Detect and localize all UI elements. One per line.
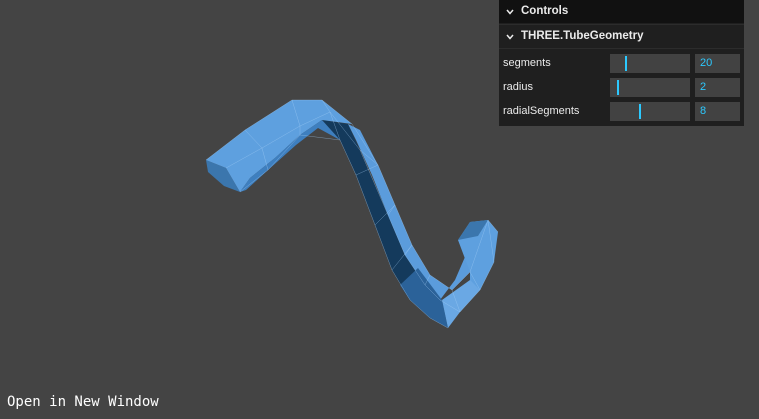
chevron-down-icon <box>505 9 515 15</box>
open-in-new-window-link[interactable]: Open in New Window <box>7 394 159 410</box>
controls-title-bar[interactable]: Controls <box>499 0 744 23</box>
control-label: segments <box>503 57 551 69</box>
segments-number-input[interactable]: 20 <box>695 53 740 73</box>
controls-list: segments 20 radius 2 radialSegments 8 <box>499 49 744 126</box>
control-row-radial-segments: radialSegments 8 <box>499 99 744 123</box>
folder-title: THREE.TubeGeometry <box>521 30 644 42</box>
control-label: radius <box>503 81 533 93</box>
tube-mesh <box>205 99 499 329</box>
controls-title: Controls <box>521 5 569 17</box>
radius-slider[interactable] <box>610 77 690 97</box>
controls-panel: Controls THREE.TubeGeometry segments 20 … <box>499 0 744 126</box>
control-row-radius: radius 2 <box>499 75 744 99</box>
radius-number-input[interactable]: 2 <box>695 77 740 97</box>
segments-slider[interactable] <box>610 53 690 73</box>
folder-title-bar[interactable]: THREE.TubeGeometry <box>499 24 744 49</box>
radial-segments-number-input[interactable]: 8 <box>695 101 740 121</box>
control-row-segments: segments 20 <box>499 51 744 75</box>
radial-segments-slider[interactable] <box>610 101 690 121</box>
slider-knob[interactable] <box>617 79 620 95</box>
chevron-down-icon <box>505 34 515 40</box>
slider-knob[interactable] <box>638 103 641 119</box>
slider-knob[interactable] <box>624 55 627 71</box>
control-label: radialSegments <box>503 105 580 117</box>
